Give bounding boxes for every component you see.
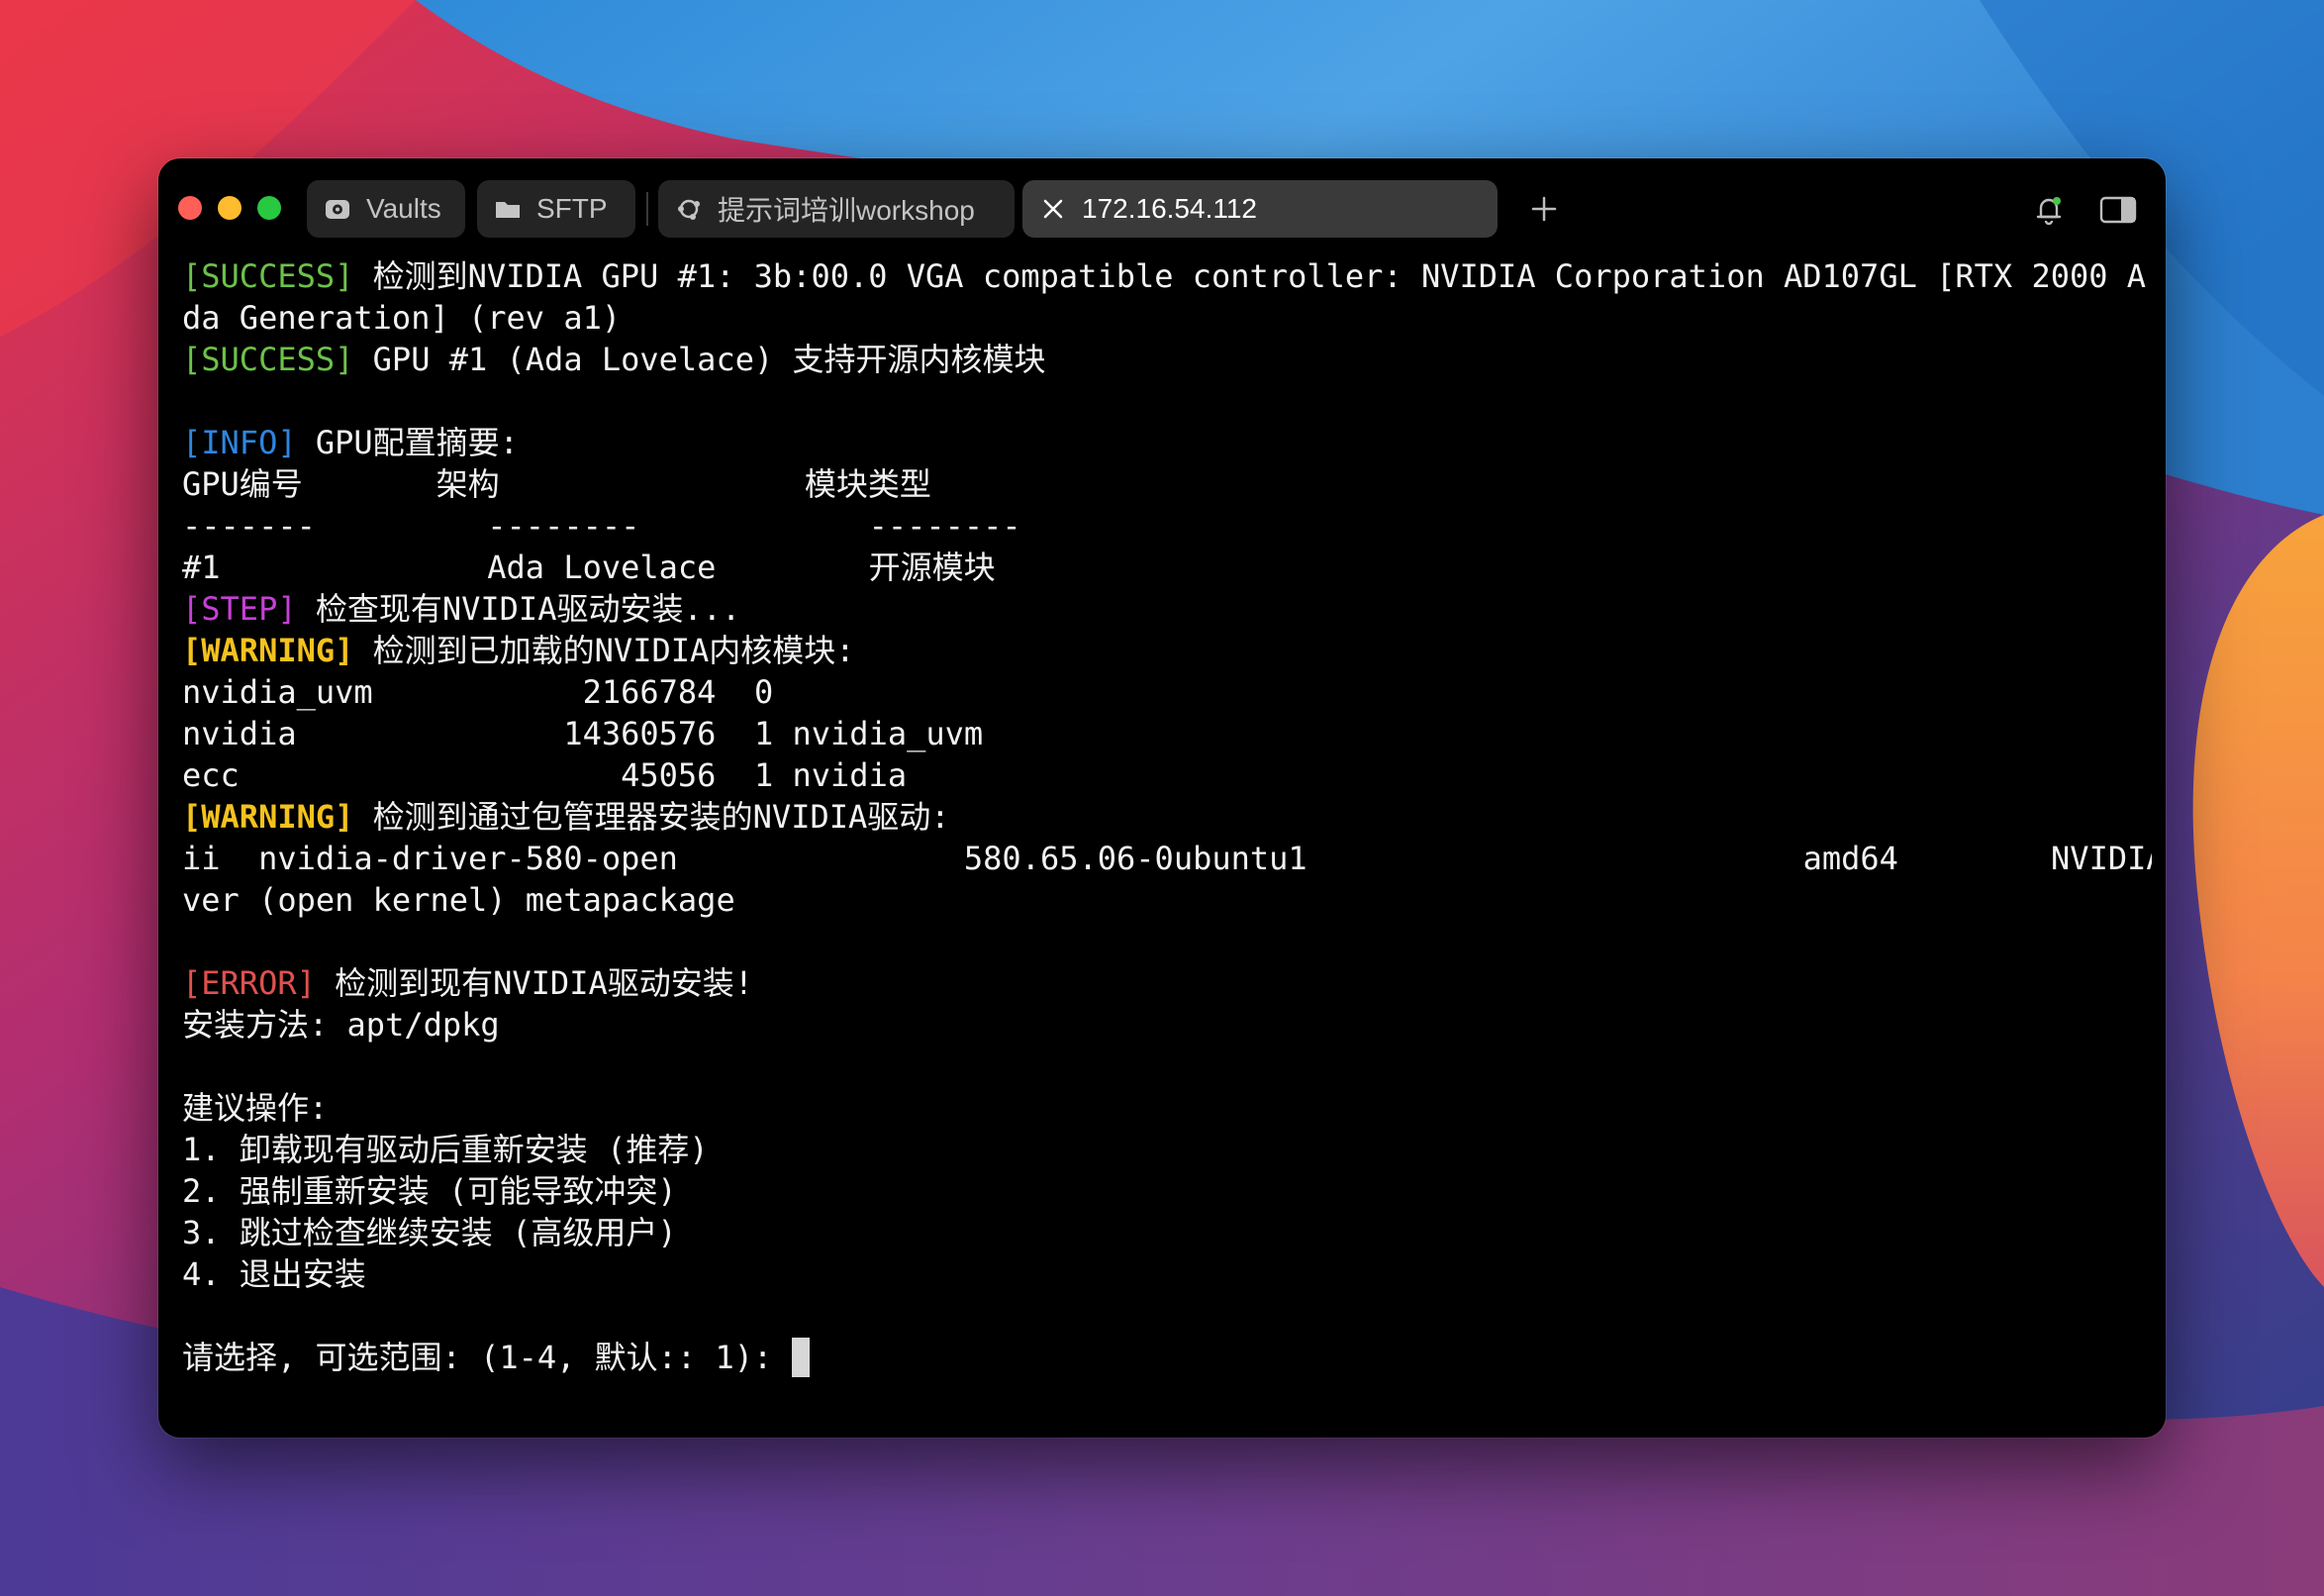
terminal-line: #1 Ada Lovelace 开源模块	[182, 549, 996, 586]
terminal-line: 建议操作:	[182, 1089, 329, 1127]
sidebar-toggle-button[interactable]	[2096, 188, 2140, 232]
terminal-line: ii nvidia-driver-580-open 580.65.06-0ubu…	[182, 840, 2152, 877]
tab-label: Vaults	[366, 193, 441, 224]
error-tag: [ERROR]	[182, 964, 316, 1002]
terminal-line: ver (open kernel) metapackage	[182, 881, 735, 919]
tab-172-16-54-112[interactable]: 172.16.54.112	[1022, 180, 1498, 238]
vault-icon	[323, 194, 352, 224]
notification-button[interactable]	[2027, 188, 2071, 232]
close-icon[interactable]	[1038, 194, 1068, 224]
terminal-line: [SUCCESS] GPU #1 (Ada Lovelace) 支持开源内核模块	[182, 339, 1046, 380]
bell-icon	[2036, 197, 2062, 226]
plus-icon	[1531, 196, 1557, 222]
folder-icon	[493, 194, 523, 224]
prompt-text: 请选择, 可选范围: (1-4, 默认:: 1):	[182, 1339, 792, 1376]
tab-label: 172.16.54.112	[1082, 193, 1257, 224]
tab-sftp[interactable]: SFTP	[477, 180, 635, 238]
terminal-line: ------- -------- --------	[182, 507, 1021, 545]
tab-label: SFTP	[536, 193, 608, 224]
terminal-line: [SUCCESS] 检测到NVIDIA GPU #1: 3b:00.0 VGA …	[182, 255, 2146, 297]
terminal-line: ecc 45056 1 nvidia	[182, 756, 908, 794]
terminal-line: [STEP] 检查现有NVIDIA驱动安装...	[182, 588, 740, 630]
terminal-line: nvidia_uvm 2166784 0	[182, 673, 774, 711]
line-text: 检测到现有NVIDIA驱动安装!	[315, 964, 753, 1002]
linux-icon	[674, 194, 704, 224]
line-text: 检查现有NVIDIA驱动安装...	[296, 590, 741, 628]
maximize-window-button[interactable]	[257, 196, 281, 220]
title-bar: Vaults SFTP 提示词培训workshop 172.16.54.112	[158, 158, 2166, 261]
terminal-line: da Generation] (rev a1)	[182, 299, 622, 337]
sidebar-toggle-icon	[2099, 196, 2137, 224]
terminal-line: 1. 卸载现有驱动后重新安装 (推荐)	[182, 1131, 709, 1168]
terminal-line: 4. 退出安装	[182, 1255, 366, 1293]
line-text: GPU配置摘要:	[296, 424, 519, 461]
terminal-line: [WARNING] 检测到已加载的NVIDIA内核模块:	[182, 630, 855, 671]
terminal-line: [WARNING] 检测到通过包管理器安装的NVIDIA驱动:	[182, 796, 950, 838]
minimize-window-button[interactable]	[218, 196, 242, 220]
terminal-line: 安装方法: apt/dpkg	[182, 1006, 500, 1044]
terminal-line: 2. 强制重新安装 (可能导致冲突)	[182, 1172, 677, 1210]
line-text: 检测到通过包管理器安装的NVIDIA驱动:	[353, 798, 950, 836]
tab-vaults[interactable]: Vaults	[307, 180, 465, 238]
close-window-button[interactable]	[178, 196, 202, 220]
terminal-line: GPU编号 架构 模块类型	[182, 465, 931, 503]
new-tab-button[interactable]	[1519, 184, 1569, 234]
terminal-window: Vaults SFTP 提示词培训workshop 172.16.54.112	[158, 158, 2166, 1438]
success-tag: [SUCCESS]	[182, 341, 354, 378]
terminal-line: nvidia 14360576 1 nvidia_uvm	[182, 715, 984, 752]
warning-tag: [WARNING]	[182, 632, 354, 669]
terminal-line: [INFO] GPU配置摘要:	[182, 422, 519, 463]
terminal-line: [ERROR] 检测到现有NVIDIA驱动安装!	[182, 962, 753, 1004]
line-text: 检测到已加载的NVIDIA内核模块:	[353, 632, 855, 669]
tab-divider	[646, 192, 648, 226]
prompt-line[interactable]: 请选择, 可选范围: (1-4, 默认:: 1):	[182, 1337, 810, 1378]
tab-label: 提示词培训workshop	[718, 195, 975, 226]
warning-tag: [WARNING]	[182, 798, 354, 836]
line-text: 检测到NVIDIA GPU #1: 3b:00.0 VGA compatible…	[353, 257, 2147, 295]
line-text: GPU #1 (Ada Lovelace) 支持开源内核模块	[353, 341, 1046, 378]
step-tag: [STEP]	[182, 590, 297, 628]
tab-workshop[interactable]: 提示词培训workshop	[658, 180, 1015, 238]
success-tag: [SUCCESS]	[182, 257, 354, 295]
terminal-output[interactable]: [SUCCESS] 检测到NVIDIA GPU #1: 3b:00.0 VGA …	[182, 255, 2152, 1414]
text-cursor	[791, 1338, 810, 1377]
terminal-line: 3. 跳过检查继续安装 (高级用户)	[182, 1214, 677, 1251]
info-tag: [INFO]	[182, 424, 297, 461]
